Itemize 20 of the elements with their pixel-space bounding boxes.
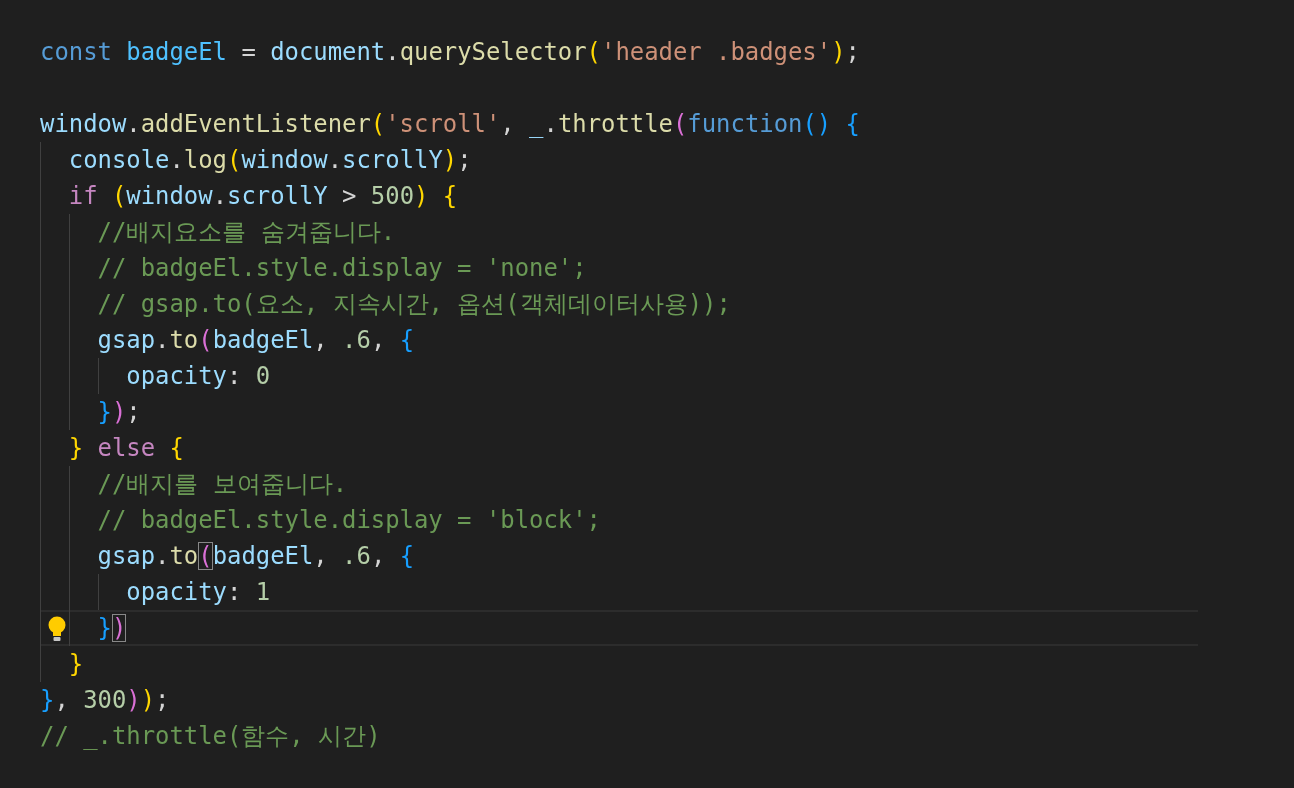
code-line: } else { bbox=[67, 434, 184, 462]
code-line: gsap.to(badgeEl, .6, { bbox=[96, 326, 415, 354]
code-line: // gsap.to(요소, 지속시간, 옵션(객체데이터사용)); bbox=[96, 290, 731, 318]
code-line: window.addEventListener('scroll', _.throttle(function() { bbox=[40, 110, 860, 138]
code-line: // badgeEl.style.display = 'block'; bbox=[96, 506, 601, 534]
code-line: gsap.to(badgeEl, .6, { bbox=[96, 542, 415, 570]
code-line: opacity: 0 bbox=[125, 362, 271, 390]
code-line: }) bbox=[96, 614, 127, 642]
code-line: } bbox=[67, 650, 84, 678]
code-line: console.log(window.scrollY); bbox=[67, 146, 472, 174]
code-line: opacity: 1 bbox=[125, 578, 271, 606]
code-line: }); bbox=[96, 398, 141, 426]
code-line: //배지요소를 숨겨줍니다. bbox=[96, 218, 396, 246]
code-line: //배지를 보여줍니다. bbox=[96, 470, 348, 498]
code-line: }, 300)); bbox=[40, 686, 170, 714]
code-line: // _.throttle(함수, 시간) bbox=[40, 722, 381, 750]
lightbulb-icon[interactable] bbox=[47, 616, 67, 642]
code-line: const badgeEl = document.querySelector('header .badges'); bbox=[40, 38, 860, 66]
code-line: if (window.scrollY > 500) { bbox=[67, 182, 458, 210]
code-line: // badgeEl.style.display = 'none'; bbox=[96, 254, 587, 282]
